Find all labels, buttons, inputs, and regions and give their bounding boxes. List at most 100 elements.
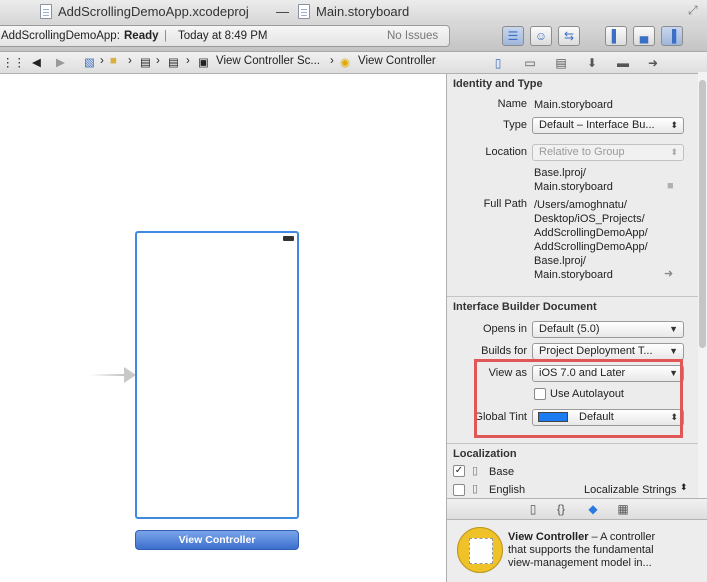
type-popup[interactable]: Default – Interface Bu... ⬍ — [532, 117, 684, 134]
toggle-navigator-button[interactable]: ▌ — [605, 26, 627, 46]
builds-for-label: Builds for — [481, 345, 527, 357]
full-path-line: Desktop/iOS_Projects/ — [534, 213, 645, 225]
name-label: Name — [497, 98, 527, 110]
connections-inspector-icon[interactable]: ➜ — [645, 55, 661, 71]
storyboard-file-icon — [298, 4, 310, 19]
full-path-line: Base.lproj/ — [534, 255, 586, 267]
annotation-highlight-box — [474, 359, 683, 438]
standard-editor-icon: ☰ — [507, 29, 519, 43]
type-label: Type — [503, 119, 527, 131]
folder-icon[interactable]: ■ — [110, 55, 117, 67]
view-controller-object-icon[interactable] — [457, 527, 503, 573]
inspector-tab-bar: ▯ ▭ ▤ ⬇ ▬ ➜ — [447, 52, 707, 74]
location-label: Location — [485, 146, 527, 158]
object-library-icon[interactable]: ◆ — [585, 502, 601, 516]
english-localization-mode[interactable]: Localizable Strings — [584, 483, 676, 497]
reveal-folder-icon[interactable]: ■ — [667, 180, 674, 192]
file-inspector-icon[interactable]: ▯ — [490, 55, 506, 71]
view-controller-scene[interactable] — [135, 231, 299, 519]
localization-item-label: English — [489, 484, 526, 496]
version-editor-button[interactable]: ⇆ — [558, 26, 580, 46]
storyboard-crumb-icon[interactable]: ▤ — [140, 55, 151, 69]
scene-icon: ▣ — [198, 57, 209, 69]
initial-scene-arrow-line — [90, 374, 128, 376]
localization-item-label: Base — [489, 466, 515, 478]
ib-document-section-title: Interface Builder Document — [453, 301, 597, 313]
version-editor-icon: ⇆ — [563, 29, 575, 43]
location-popup[interactable]: Relative to Group ⬍ — [532, 144, 684, 161]
name-value: Main.storyboard — [534, 99, 613, 111]
file-template-library-icon[interactable]: ▯ — [525, 502, 541, 516]
builds-for-popup[interactable]: Project Deployment T... ▼ — [532, 343, 684, 360]
library-item-desc-line: – A controller — [591, 531, 656, 543]
fullscreen-icon[interactable]: ⤢ — [688, 3, 698, 18]
debug-panel-icon: ▄ — [639, 29, 649, 43]
identity-inspector-icon[interactable]: ▤ — [553, 55, 569, 71]
localization-base-checkbox[interactable]: ✓ — [453, 465, 465, 477]
opens-in-label: Opens in — [482, 323, 527, 335]
xcodeproj-file-icon — [40, 4, 52, 19]
popup-arrows-icon: ⬍ — [670, 147, 678, 157]
location-path-line: Main.storyboard — [534, 181, 613, 193]
identity-section-title: Identity and Type — [453, 78, 543, 90]
window-titlebar: AddScrollingDemoApp.xcodeproj — Main.sto… — [0, 0, 707, 24]
popup-down-arrow-icon: ▼ — [669, 346, 678, 356]
storyboard-file-title: Main.storyboard — [316, 4, 410, 19]
battery-icon — [283, 236, 294, 241]
toolbar: AddScrollingDemoApp: Ready | Today at 8:… — [0, 24, 707, 52]
related-items-icon[interactable]: ⋮⋮ — [2, 55, 25, 69]
path-separator-icon: › — [156, 55, 160, 67]
status-app-name: AddScrollingDemoApp: — [1, 30, 120, 42]
back-arrow-icon[interactable]: ◀ — [32, 55, 41, 69]
reveal-in-finder-arrow-icon[interactable]: ➜ — [664, 267, 673, 280]
assistant-editor-button[interactable]: ☺ — [530, 26, 552, 46]
forward-arrow-icon[interactable]: ▶ — [56, 55, 65, 69]
full-path-line: AddScrollingDemoApp/ — [534, 227, 648, 239]
title-separator: — — [276, 4, 289, 19]
location-popup-value: Relative to Group — [539, 146, 625, 158]
jump-bar: ⋮⋮ ◀ ▶ ▧ › ■ › ▤ › ▤ › ▣ View Controller… — [0, 52, 447, 74]
opens-in-popup[interactable]: Default (5.0) ▼ — [532, 321, 684, 338]
type-popup-value: Default – Interface Bu... — [539, 119, 655, 131]
status-time: Today at 8:49 PM — [178, 30, 268, 42]
assistant-editor-icon: ☺ — [534, 29, 548, 43]
jumpbar-scene[interactable]: View Controller Sc... — [216, 55, 320, 67]
activity-status-bar: AddScrollingDemoApp: Ready | Today at 8:… — [0, 25, 450, 47]
size-inspector-icon[interactable]: ▬ — [615, 55, 631, 71]
path-separator-icon: › — [100, 55, 104, 67]
media-library-icon[interactable]: ▦ — [615, 502, 631, 516]
opens-in-value: Default (5.0) — [539, 323, 600, 335]
popup-down-arrow-icon: ▼ — [669, 324, 678, 334]
localization-english-checkbox[interactable] — [453, 484, 465, 496]
library-item-description[interactable]: View Controller – A controller that supp… — [508, 531, 703, 570]
identity-section-header: Identity and Type — [447, 74, 707, 96]
popup-arrows-icon: ⬍ — [680, 482, 688, 492]
location-path-line: Base.lproj/ — [534, 167, 586, 179]
library-item-desc-line: view-management model in... — [508, 557, 652, 569]
toggle-utilities-button[interactable]: ▐ — [661, 26, 683, 46]
base-crumb-icon[interactable]: ▤ — [168, 55, 179, 69]
view-controller-dock[interactable]: View Controller — [135, 530, 299, 550]
path-separator-icon: › — [128, 55, 132, 67]
standard-editor-button[interactable]: ☰ — [502, 26, 524, 46]
library-item-title: View Controller — [508, 531, 589, 543]
jumpbar-controller[interactable]: View Controller — [358, 55, 436, 67]
status-state: Ready — [124, 30, 159, 42]
code-snippet-library-icon[interactable]: {} — [553, 502, 569, 516]
inspector-scrollbar-thumb[interactable] — [699, 80, 706, 348]
toggle-debug-area-button[interactable]: ▄ — [633, 26, 655, 46]
view-controller-crumb-icon: ◉ — [340, 57, 351, 69]
ib-document-section-header: Interface Builder Document — [447, 296, 707, 318]
localization-file-icon: ▯ — [472, 483, 479, 495]
full-path-label: Full Path — [483, 198, 527, 210]
project-icon[interactable]: ▧ — [84, 55, 95, 69]
attributes-inspector-icon[interactable]: ⬇ — [584, 55, 600, 71]
quick-help-icon[interactable]: ▭ — [522, 55, 538, 71]
popup-arrows-icon: ⬍ — [670, 120, 678, 130]
path-separator-icon: › — [186, 55, 190, 67]
localization-section-title: Localization — [453, 448, 517, 460]
localization-file-icon: ▯ — [472, 465, 479, 477]
library-tab-bar: ▯ {} ◆ ▦ — [447, 498, 707, 520]
localization-section-header: Localization — [447, 443, 707, 465]
status-issues: No Issues — [387, 30, 439, 42]
